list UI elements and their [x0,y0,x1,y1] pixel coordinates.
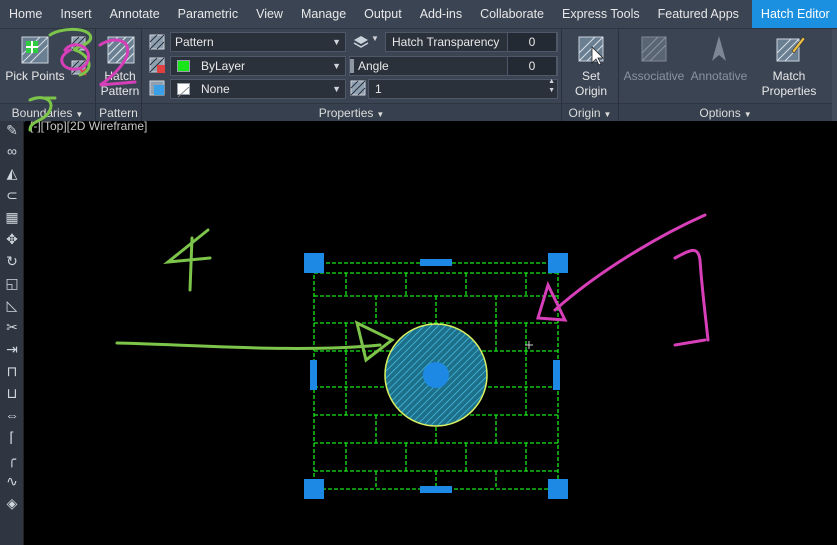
set-origin-icon [578,36,604,66]
tab-featured-apps[interactable]: Featured Apps [649,0,748,28]
hatch-scale-field[interactable]: 1 ▲ ▼ [368,77,558,99]
chevron-down-icon[interactable]: ▼ [371,34,379,43]
stretch-icon[interactable]: ◺ [3,296,21,314]
erase-icon[interactable]: ✎ [3,121,21,139]
options-panel-title[interactable]: Options ▼ [619,103,832,122]
break-icon[interactable]: ⊓ [3,362,21,380]
pick-points-label: Pick Points [5,69,65,83]
angle-slider-thumb[interactable] [350,59,354,73]
color-swatch [177,60,190,72]
chevron-down-icon: ▼ [75,110,84,119]
hatch-pattern-button[interactable]: Hatch Pattern [100,33,140,99]
hatch-transparency-field[interactable]: Hatch Transparency 0 [385,32,558,52]
origin-panel-title[interactable]: Origin ▼ [562,103,618,122]
none-swatch [177,83,190,98]
chevron-down-icon: ▼ [603,110,612,119]
join-icon[interactable]: ⇔ [3,406,21,424]
chevron-down-icon: ▼ [332,61,341,71]
ribbon-tab-bar: Home Insert Annotate Parametric View Man… [0,0,837,28]
hatch-color-icon [149,57,165,73]
drawing-canvas[interactable] [25,121,837,545]
offset-icon[interactable]: ⊂ [3,186,21,204]
select-boundary-icon[interactable] [70,35,88,53]
transparency-icon [353,36,369,48]
associative-button[interactable]: Associative [621,33,687,84]
tab-output[interactable]: Output [355,0,411,28]
remove-boundary-icon[interactable] [70,59,88,77]
options-panel: Associative Annotative Match Properties … [619,29,832,122]
hatch-color-dropdown[interactable]: ByLayer ▼ [170,56,346,76]
boundaries-panel: Pick Points Boundaries ▼ [0,29,96,122]
hatch-scale-icon [350,80,366,96]
hatch-type-dropdown[interactable]: Pattern ▼ [170,32,346,52]
tab-parametric[interactable]: Parametric [169,0,247,28]
match-properties-icon [776,36,806,62]
background-color-icon [149,80,165,96]
match-properties-button[interactable]: Match Properties [759,33,819,99]
pattern-label: Pattern [100,84,140,98]
tab-view[interactable]: View [247,0,292,28]
chevron-down-icon: ▼ [332,84,341,94]
spinner-arrows-icon[interactable]: ▲ ▼ [548,77,555,95]
properties-panel-title[interactable]: Properties ▼ [142,103,561,122]
rotate-icon[interactable]: ↻ [3,252,21,270]
tab-express-tools[interactable]: Express Tools [553,0,649,28]
tab-insert[interactable]: Insert [51,0,100,28]
tab-annotate[interactable]: Annotate [101,0,169,28]
tab-collaborate[interactable]: Collaborate [471,0,553,28]
hatch-label: Hatch [104,69,136,83]
chamfer-icon[interactable]: ⌈ [3,428,21,446]
ribbon-scroll-edge [832,29,837,122]
annotative-icon [712,36,726,61]
scale-icon[interactable]: ◱ [3,274,21,292]
extend-icon[interactable]: ⇥ [3,340,21,358]
none-slash-icon [177,86,190,98]
array-icon[interactable]: ▦ [3,208,21,226]
tab-add-ins[interactable]: Add-ins [411,0,471,28]
viewport-label[interactable]: [-][Top][2D Wireframe] [30,119,147,133]
move-icon[interactable]: ✥ [3,230,21,248]
break-at-point-icon[interactable]: ⊔ [3,384,21,402]
tab-hatch-editor[interactable]: Hatch Editor [751,0,837,28]
background-color-dropdown[interactable]: None ▼ [170,79,346,99]
pick-points-button[interactable]: Pick Points [2,33,68,84]
tab-manage[interactable]: Manage [292,0,355,28]
fillet-icon[interactable]: ╭ [3,450,21,468]
copy-icon[interactable]: ∞ [3,142,21,160]
blend-icon[interactable]: ∿ [3,472,21,490]
ribbon: Pick Points Boundaries ▼ Hatch Pattern Pa… [0,28,837,122]
explode-icon[interactable]: ◈ [3,494,21,512]
chevron-down-icon: ▼ [376,110,385,119]
hatch-pattern-icon [107,36,135,64]
modify-toolbar: ✎ ∞ ◭ ⊂ ▦ ✥ ↻ ◱ ◺ ✂ ⇥ ⊓ ⊔ ⇔ ⌈ ╭ ∿ ◈ [0,121,24,545]
annotative-button[interactable]: Annotative [687,33,751,84]
set-origin-button[interactable]: Set Origin [566,33,616,99]
associative-icon [641,36,667,62]
tab-home[interactable]: Home [0,0,51,28]
mirror-icon[interactable]: ◭ [3,164,21,182]
hatch-type-icon [149,34,165,50]
chevron-down-icon: ▼ [332,37,341,47]
pattern-panel: Hatch Pattern Pattern [96,29,142,122]
chevron-down-icon: ▼ [743,110,752,119]
trim-icon[interactable]: ✂ [3,318,21,336]
angle-field[interactable]: Angle 0 [349,56,558,76]
pick-points-icon [21,36,49,64]
origin-panel: Set Origin Origin ▼ [562,29,619,122]
properties-panel: Pattern ▼ ByLayer ▼ None ▼ ▼ Hatch Trans… [142,29,562,122]
